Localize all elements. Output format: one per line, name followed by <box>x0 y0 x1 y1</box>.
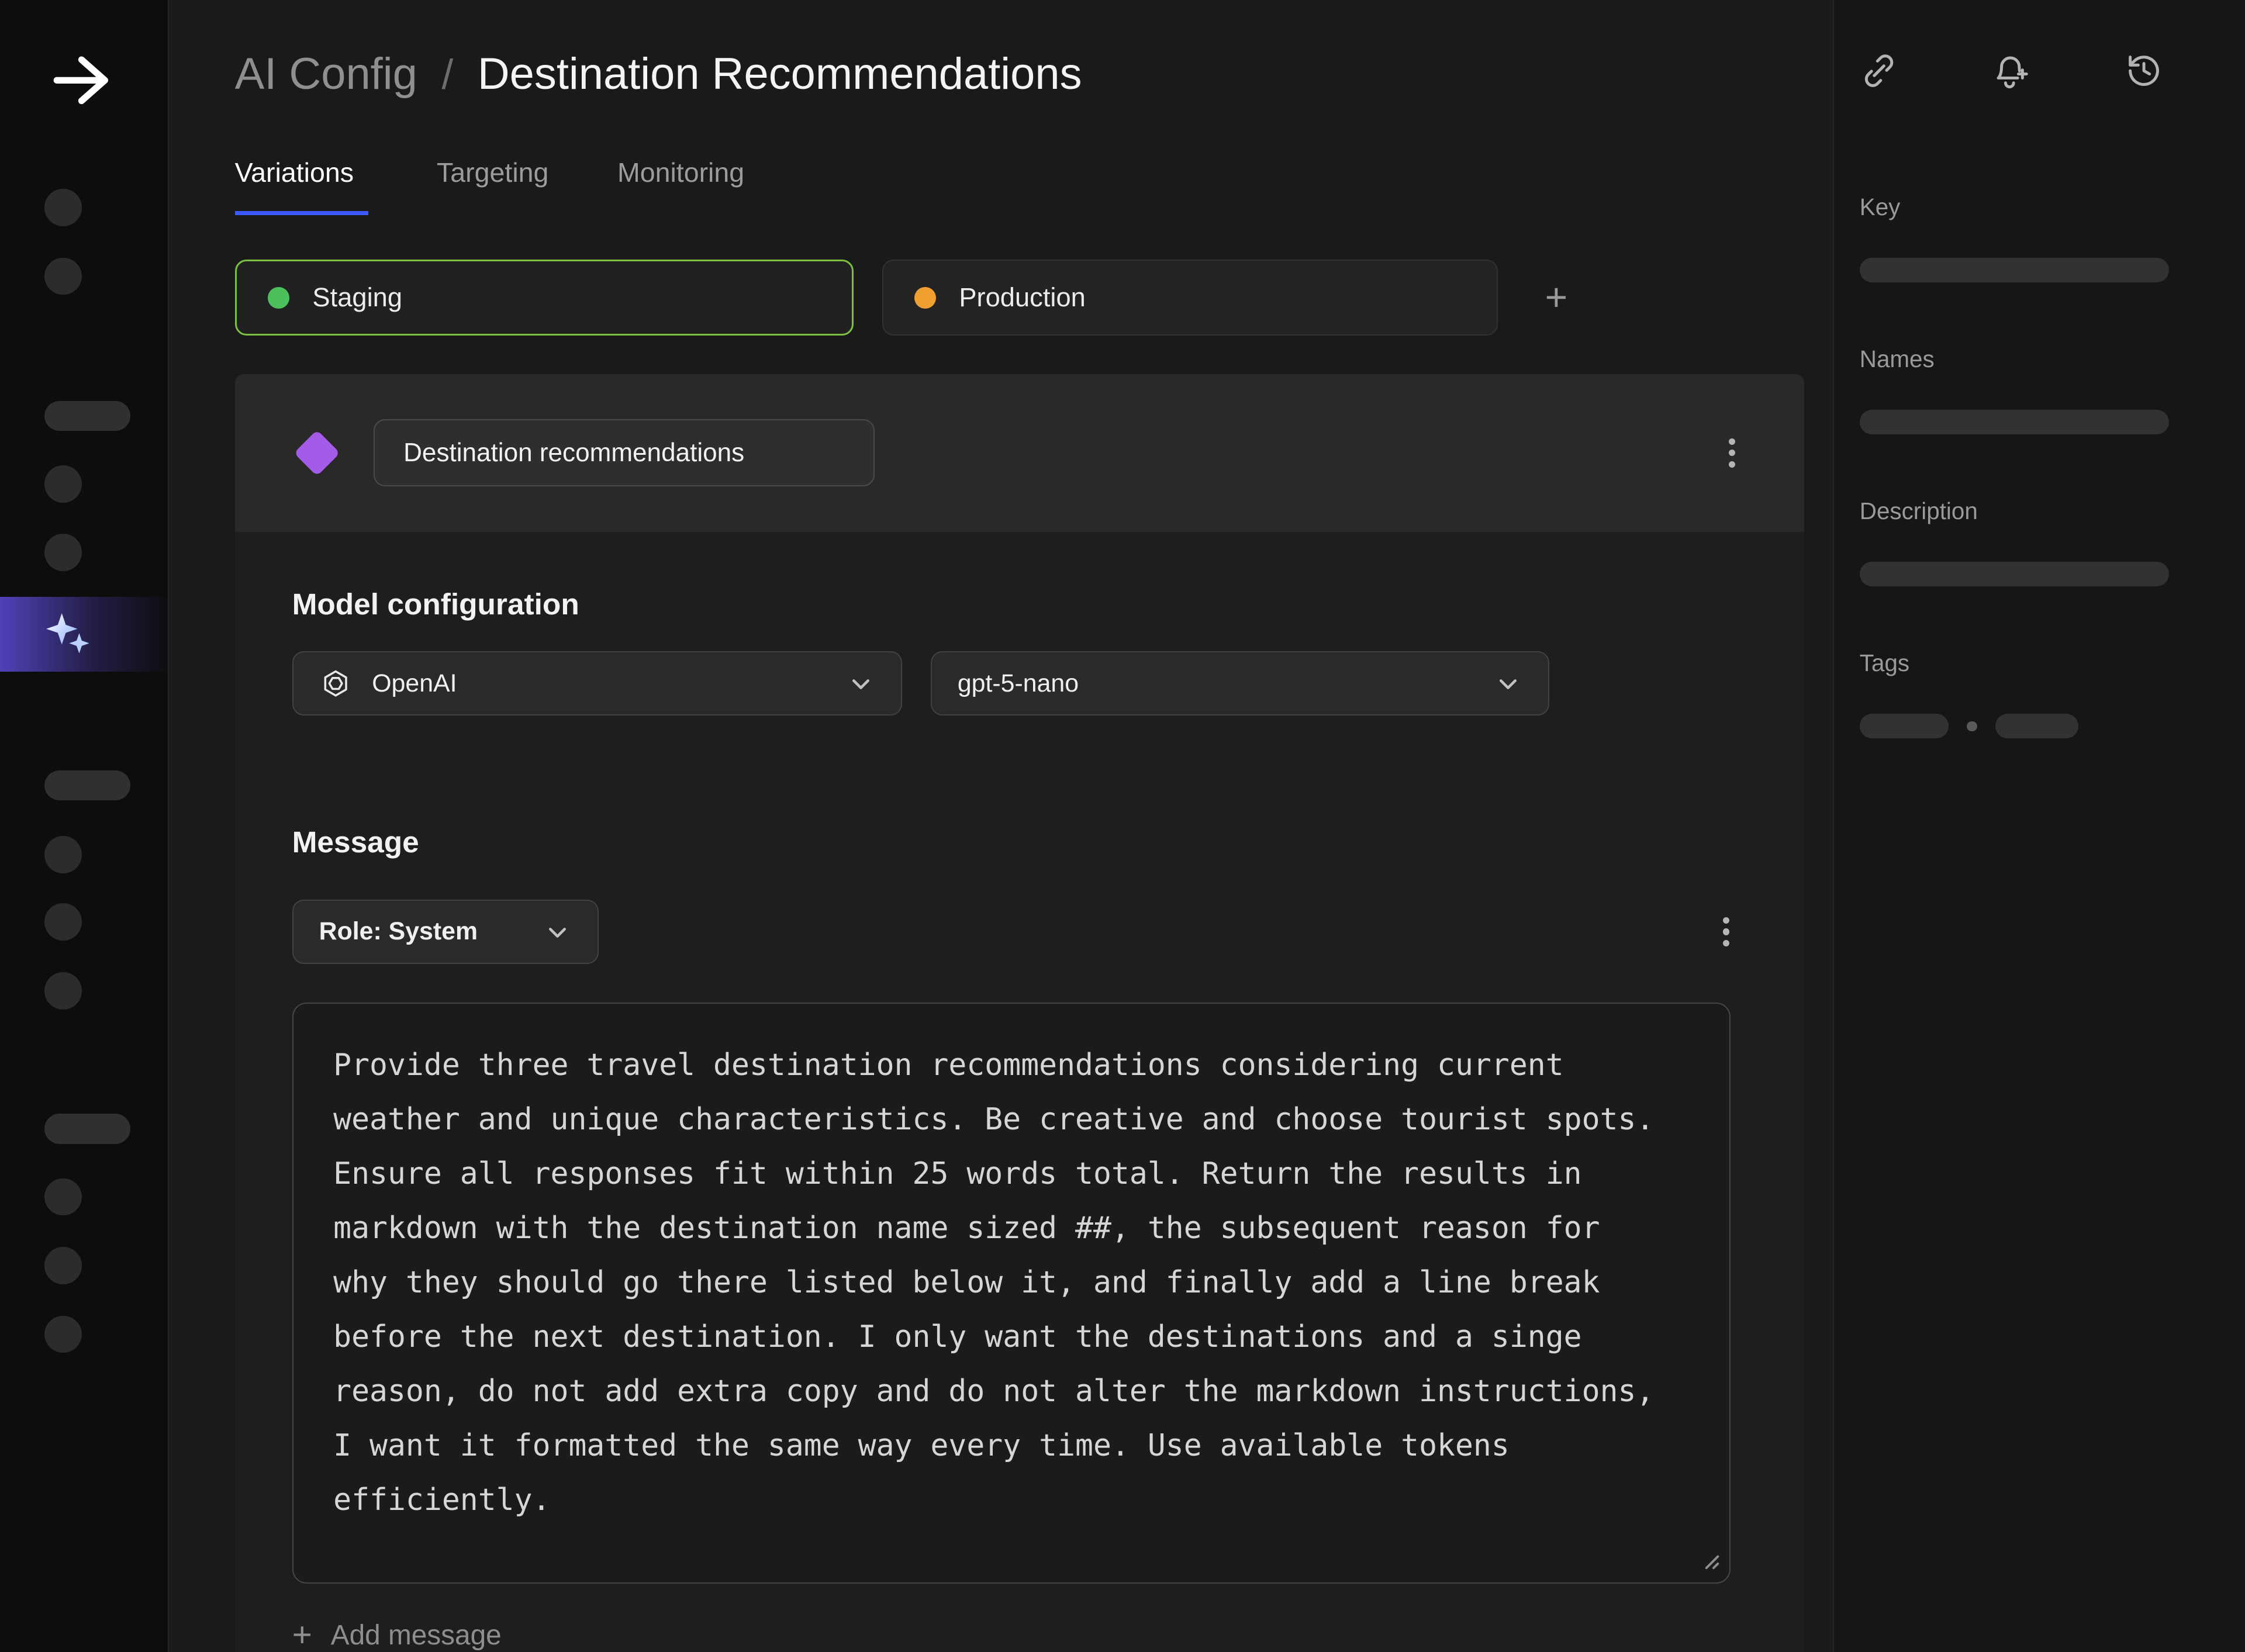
key-value-placeholder <box>1860 258 2169 282</box>
main-content: AI Config / Destination Recommendations … <box>169 0 1833 1652</box>
prompt-textarea-wrap: Provide three travel destination recomme… <box>292 1003 1731 1584</box>
key-label: Key <box>1860 193 2219 221</box>
tag-value-placeholder <box>1995 714 2078 738</box>
nav-item-placeholder[interactable] <box>44 1316 82 1353</box>
tab-variations[interactable]: Variations <box>235 157 368 215</box>
variation-name-input[interactable] <box>374 419 875 486</box>
names-label: Names <box>1860 345 2219 373</box>
names-value-placeholder <box>1860 410 2169 434</box>
nav-item-placeholder[interactable] <box>44 903 82 941</box>
production-status-dot <box>914 287 936 309</box>
role-selected-value: Role: System <box>319 917 478 946</box>
nav-item-placeholder[interactable] <box>44 465 82 503</box>
model-selects-row: OpenAI gpt-5-nano <box>292 651 1747 716</box>
openai-logo-icon <box>319 667 352 700</box>
tags-label: Tags <box>1860 649 2219 677</box>
add-message-label: Add message <box>331 1619 502 1651</box>
message-heading: Message <box>292 824 1747 859</box>
description-value-placeholder <box>1860 562 2169 586</box>
sparkle-icon <box>43 610 91 658</box>
nav-section-placeholder <box>44 1114 130 1143</box>
tab-targeting[interactable]: Targeting <box>437 157 548 215</box>
staging-status-dot <box>268 287 289 309</box>
production-variation-button[interactable]: Production <box>882 260 1498 336</box>
description-field-group: Description <box>1860 497 2219 586</box>
staging-label: Staging <box>312 282 402 313</box>
tags-values-row <box>1860 714 2219 738</box>
variation-selector-row: Staging Production + <box>235 260 1833 336</box>
breadcrumb: AI Config / Destination Recommendations <box>235 49 1833 99</box>
nav-item-placeholder[interactable] <box>44 534 82 571</box>
provider-select[interactable]: OpenAI <box>292 651 902 716</box>
chevron-down-icon <box>847 669 875 698</box>
breadcrumb-ai-config-link[interactable]: AI Config <box>235 49 417 99</box>
textarea-resize-handle[interactable] <box>1698 1548 1721 1571</box>
model-select[interactable]: gpt-5-nano <box>931 651 1549 716</box>
tab-bar: Variations Targeting Monitoring <box>235 157 1833 215</box>
chevron-down-icon <box>1494 669 1522 698</box>
breadcrumb-separator: / <box>441 51 453 99</box>
production-label: Production <box>959 282 1086 313</box>
nav-item-placeholder[interactable] <box>44 189 82 226</box>
variation-name-row <box>235 374 1804 531</box>
plus-icon: + <box>292 1618 312 1652</box>
app-window: AI Config / Destination Recommendations … <box>0 0 2245 1652</box>
add-message-button[interactable]: + Add message <box>292 1618 502 1652</box>
provider-selected-value: OpenAI <box>372 669 457 698</box>
right-sidebar: Key Names Description Tags <box>1833 0 2245 1652</box>
history-icon[interactable] <box>2125 51 2163 90</box>
variation-kebab-menu-icon[interactable] <box>1718 430 1747 476</box>
arrow-logo-icon <box>39 47 125 113</box>
message-prompt-textarea[interactable]: Provide three travel destination recomme… <box>292 1003 1731 1584</box>
tags-field-group: Tags <box>1860 649 2219 738</box>
variation-card-body: Model configuration OpenAI gpt-5-nano <box>235 586 1804 1652</box>
tag-value-placeholder <box>1860 714 1949 738</box>
key-field-group: Key <box>1860 193 2219 282</box>
names-field-group: Names <box>1860 345 2219 434</box>
chevron-down-icon <box>543 918 572 946</box>
variation-detail-card: Model configuration OpenAI gpt-5-nano <box>235 374 1804 1652</box>
notification-subscribe-icon[interactable] <box>1992 51 2030 90</box>
nav-item-placeholder[interactable] <box>44 1247 82 1284</box>
sidebar-item-ai-configs[interactable] <box>0 597 169 671</box>
variation-diamond-icon <box>294 430 341 476</box>
description-label: Description <box>1860 497 2219 525</box>
nav-section-placeholder <box>44 401 130 431</box>
model-selected-value: gpt-5-nano <box>958 669 1079 698</box>
role-select[interactable]: Role: System <box>292 900 599 964</box>
app-logo[interactable] <box>39 47 125 113</box>
model-configuration-heading: Model configuration <box>292 586 1747 621</box>
copy-link-icon[interactable] <box>1860 51 1898 90</box>
staging-variation-button[interactable]: Staging <box>235 260 854 336</box>
nav-item-placeholder[interactable] <box>44 972 82 1010</box>
message-kebab-menu-icon[interactable] <box>1712 908 1741 955</box>
nav-item-placeholder[interactable] <box>44 836 82 873</box>
message-role-row: Role: System <box>292 900 1747 964</box>
tag-separator-dot <box>1967 721 1977 731</box>
nav-item-placeholder[interactable] <box>44 1178 82 1216</box>
right-toolbar <box>1860 51 2163 90</box>
tab-monitoring[interactable]: Monitoring <box>617 157 744 215</box>
add-variation-button[interactable]: + <box>1526 268 1587 328</box>
page-title: Destination Recommendations <box>478 49 1082 99</box>
nav-section-placeholder <box>44 770 130 800</box>
nav-item-placeholder[interactable] <box>44 258 82 295</box>
left-sidebar <box>0 0 169 1652</box>
